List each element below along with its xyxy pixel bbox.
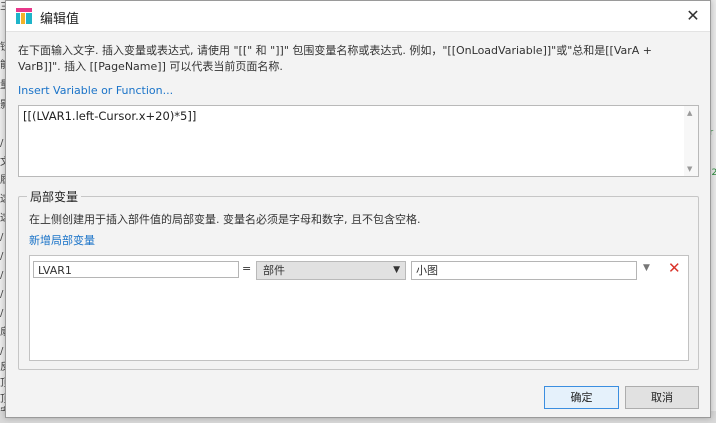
bg-fragment: / (0, 346, 4, 357)
cancel-button[interactable]: 取消 (625, 386, 699, 409)
scroll-down-icon[interactable]: ▼ (687, 165, 692, 173)
scroll-up-icon[interactable]: ▲ (687, 109, 692, 117)
local-variables-description: 在上侧创建用于插入部件值的局部变量. 变量名必须是字母和数字, 且不包含空格. (29, 213, 421, 226)
add-local-variable-link[interactable]: 新增局部变量 (29, 232, 95, 248)
local-variables-legend: 局部变量 (27, 188, 82, 205)
insert-variable-link[interactable]: Insert Variable or Function... (18, 84, 173, 97)
chevron-down-icon: ▼ (393, 265, 400, 275)
bg-fragment: / (0, 289, 4, 300)
expression-textarea[interactable]: [[(LVAR1.left-Cursor.x+20)*5]] ▲ ▼ (18, 105, 699, 177)
local-variables-list: LVAR1 = 部件 ▼ 小图 ▼ ✕ (29, 255, 689, 361)
expression-text: [[(LVAR1.left-Cursor.x+20)*5]] (23, 109, 197, 123)
variable-name-field[interactable]: LVAR1 (33, 261, 239, 278)
bg-fragment: / (0, 232, 4, 243)
expression-scrollbar[interactable]: ▲ ▼ (684, 106, 698, 176)
app-logo-icon (16, 8, 32, 24)
variable-type-value: 部件 (263, 264, 285, 277)
target-widget-field[interactable]: 小图 (411, 261, 637, 280)
bg-fragment: / (0, 308, 4, 319)
dialog-title: 编辑值 (40, 12, 80, 27)
close-button[interactable]: ✕ (682, 5, 704, 27)
instructions-text: 在下面输入文字. 插入变量或表达式, 请使用 "[[" 和 "]]" 包围变量名… (18, 44, 653, 73)
variable-type-select[interactable]: 部件 ▼ (256, 261, 406, 280)
equals-sign: = (242, 262, 252, 275)
edit-value-dialog: 编辑值 ✕ 在下面输入文字. 插入变量或表达式, 请使用 "[[" 和 "]]"… (5, 0, 711, 418)
local-variables-group: 局部变量 在上侧创建用于插入部件值的局部变量. 变量名必须是字母和数字, 且不包… (18, 188, 699, 370)
bg-fragment: / (0, 138, 4, 149)
bg-fragment: / (0, 270, 4, 281)
dialog-titlebar: 编辑值 ✕ (6, 1, 710, 32)
bg-fragment: / (0, 251, 4, 262)
chevron-down-icon[interactable]: ▼ (643, 263, 650, 273)
delete-variable-icon[interactable]: ✕ (668, 259, 681, 277)
ok-button[interactable]: 确定 (544, 386, 619, 409)
